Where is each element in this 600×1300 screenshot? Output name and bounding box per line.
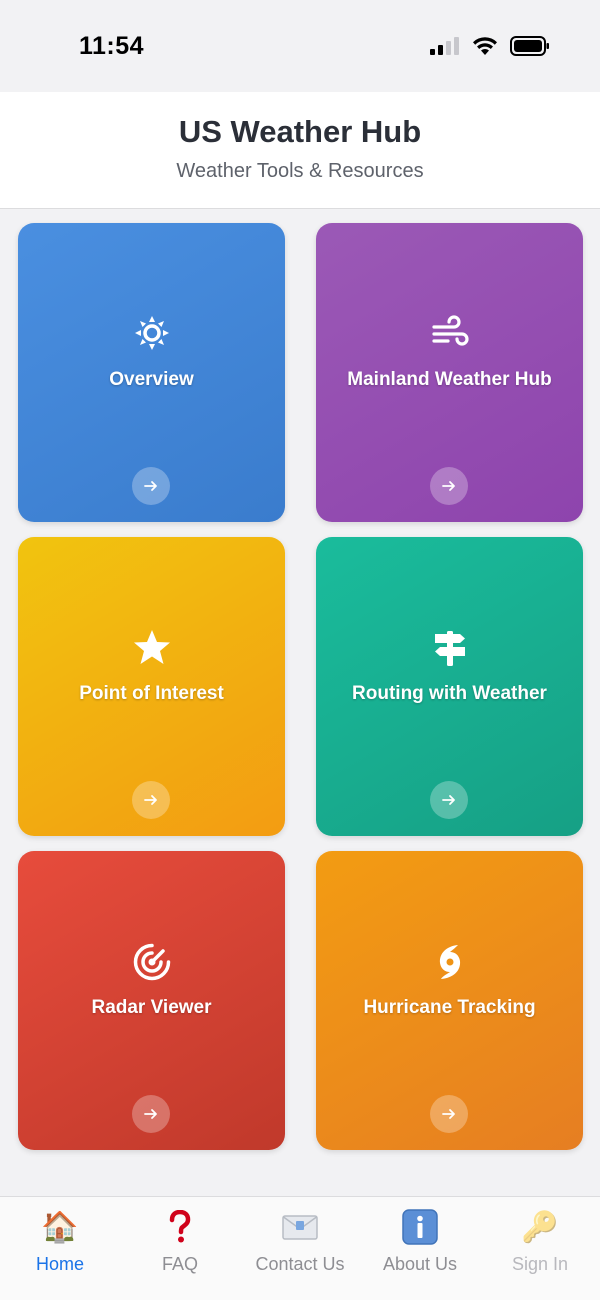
key-icon: 🔑 [521, 1210, 559, 1244]
info-icon [360, 1207, 480, 1247]
card-point-of-interest[interactable]: Point of Interest [18, 537, 285, 836]
card-overview[interactable]: Overview [18, 223, 285, 522]
signpost-icon [316, 629, 583, 666]
tab-about-us[interactable]: About Us [360, 1197, 480, 1300]
cellular-signal-icon [430, 37, 460, 60]
arrow-right-icon[interactable] [430, 781, 468, 819]
hurricane-icon [316, 943, 583, 979]
wind-icon [316, 315, 583, 351]
tab-bar: 🏠 Home FAQ Contact Us About Us 🔑 Sign In [0, 1196, 600, 1300]
card-routing-with-weather[interactable]: Routing with Weather [316, 537, 583, 836]
tab-faq[interactable]: FAQ [120, 1197, 240, 1300]
arrow-right-icon[interactable] [132, 467, 170, 505]
page-subtitle: Weather Tools & Resources [176, 160, 424, 182]
card-label: Overview [109, 369, 194, 390]
tab-label: Home [35, 1254, 84, 1274]
arrow-right-icon[interactable] [430, 467, 468, 505]
arrow-right-icon[interactable] [132, 1095, 170, 1133]
card-label: Hurricane Tracking [363, 997, 536, 1018]
question-mark-icon [120, 1207, 240, 1247]
card-mainland-weather-hub[interactable]: Mainland Weather Hub [316, 223, 583, 522]
card-label: Mainland Weather Hub [347, 369, 552, 390]
star-icon [18, 629, 285, 665]
tab-label: FAQ [161, 1254, 198, 1274]
tab-label: Sign In [511, 1254, 569, 1274]
tab-label: About Us [382, 1254, 458, 1274]
tab-contact-us[interactable]: Contact Us [240, 1197, 360, 1300]
battery-icon [510, 36, 550, 61]
tab-home[interactable]: 🏠 Home [0, 1197, 120, 1300]
wifi-icon [472, 36, 498, 61]
arrow-right-icon[interactable] [430, 1095, 468, 1133]
envelope-icon [240, 1207, 360, 1247]
app-header: US Weather Hub Weather Tools & Resources [0, 92, 600, 209]
card-label: Routing with Weather [352, 683, 547, 704]
card-radar-viewer[interactable]: Radar Viewer [18, 851, 285, 1150]
card-hurricane-tracking[interactable]: Hurricane Tracking [316, 851, 583, 1150]
radar-icon [18, 943, 285, 981]
house-icon: 🏠 [41, 1210, 79, 1244]
sun-gear-icon [18, 315, 285, 351]
card-label: Point of Interest [79, 683, 224, 704]
status-bar: 11:54 [0, 0, 600, 92]
page-title: US Weather Hub [178, 114, 422, 149]
tab-label: Contact Us [255, 1254, 345, 1274]
status-icons [430, 36, 550, 61]
card-label: Radar Viewer [91, 997, 212, 1018]
arrow-right-icon[interactable] [132, 781, 170, 819]
tab-sign-in[interactable]: 🔑 Sign In [480, 1197, 600, 1300]
status-time: 11:54 [79, 32, 145, 60]
